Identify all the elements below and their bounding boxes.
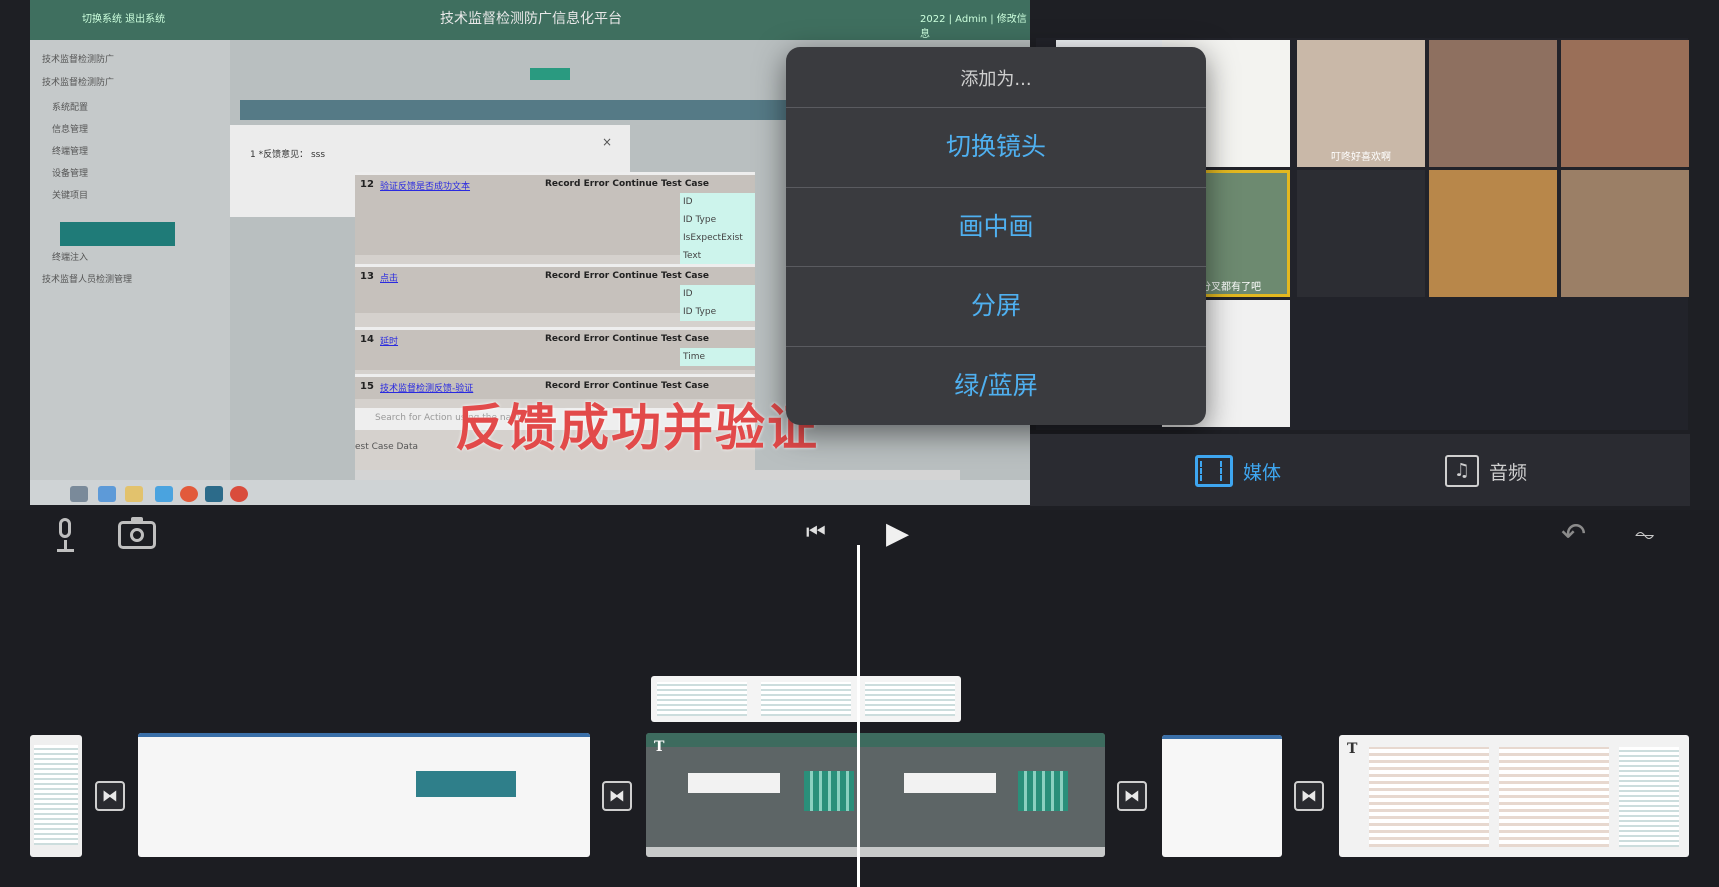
preview-sidebar-item: 技术监督人员检测管理 xyxy=(42,275,133,285)
playhead-knob[interactable] xyxy=(848,533,869,545)
table-row: 12 验证反馈是否成功文本 Record Error Continue Test… xyxy=(355,172,755,265)
row-action: Record Error Continue Test Case xyxy=(545,179,709,189)
media-thumbnail[interactable] xyxy=(1561,170,1689,297)
microphone-icon[interactable] xyxy=(54,518,76,552)
media-thumbnail[interactable]: 叮咚好喜欢啊 xyxy=(1297,40,1425,167)
preview-case-data-label: est Case Data xyxy=(355,442,418,452)
param: IsExpectExist xyxy=(683,233,743,243)
taskbar-icon xyxy=(205,486,223,502)
preview-sidebar-active xyxy=(60,222,175,246)
preview-sidebar-item: 设备管理 xyxy=(52,169,89,179)
param: ID Type xyxy=(683,307,717,317)
film-icon xyxy=(1195,455,1233,487)
option-green-blue-screen[interactable]: 绿/蓝屏 xyxy=(786,346,1206,425)
undo-icon[interactable]: ↶ xyxy=(1561,520,1586,550)
play-icon[interactable]: ▶ xyxy=(886,519,909,549)
preview-sidebar-item: 终端管理 xyxy=(52,147,89,157)
row-link: 延时 xyxy=(380,337,399,347)
title-overlay-text: 反馈成功并验证 xyxy=(455,399,819,457)
popover-title: 添加为... xyxy=(960,69,1032,90)
row-number: 12 xyxy=(360,179,374,190)
tab-media-label: 媒体 xyxy=(1243,461,1282,484)
preview-sidebar-item: 信息管理 xyxy=(52,125,89,135)
tab-media[interactable]: 媒体 xyxy=(1195,454,1281,488)
camera-icon[interactable] xyxy=(118,517,156,549)
media-thumbnail[interactable] xyxy=(1429,170,1557,297)
transition-icon[interactable]: ⧓ xyxy=(602,781,632,811)
row-link: 点击 xyxy=(380,274,399,284)
transition-icon[interactable]: ⧓ xyxy=(1117,781,1147,811)
preview-sidebar-item: 技术监督检测防广 xyxy=(42,55,115,65)
taskbar-icon xyxy=(155,486,173,502)
row-number: 13 xyxy=(360,271,374,282)
taskbar-icon xyxy=(125,486,143,502)
video-clip[interactable] xyxy=(138,733,590,857)
preview-sidebar-item: 关键项目 xyxy=(52,191,89,201)
option-picture-in-picture[interactable]: 画中画 xyxy=(786,187,1206,266)
skip-to-start-icon[interactable]: ⏮ xyxy=(806,522,826,544)
media-tab-bar: 媒体 ♫ 音频 xyxy=(1030,434,1690,506)
table-row: 14 延时 Record Error Continue Test Case Ti… xyxy=(355,327,755,370)
param: ID xyxy=(683,289,693,299)
add-as-popover: 添加为... 切换镜头 画中画 分屏 绿/蓝屏 xyxy=(786,47,1206,425)
video-clip[interactable] xyxy=(1162,735,1282,857)
music-note-icon: ♫ xyxy=(1445,455,1479,487)
title-icon: T xyxy=(654,739,665,755)
param: Text xyxy=(683,251,702,261)
param: ID xyxy=(683,197,693,207)
close-icon: × xyxy=(602,135,613,149)
preview-table-header xyxy=(240,100,820,120)
transition-icon[interactable]: ⧓ xyxy=(95,781,125,811)
row-params: ID ID Type xyxy=(680,285,755,321)
taskbar-icon xyxy=(70,486,88,502)
option-cutaway[interactable]: 切换镜头 xyxy=(786,107,1206,186)
row-number: 14 xyxy=(360,334,374,345)
video-clip-with-title[interactable]: T xyxy=(1339,735,1689,857)
preview-query-button xyxy=(530,68,570,80)
taskbar-icon xyxy=(180,486,198,502)
preview-banner-title: 技术监督检测防广信息化平台 xyxy=(440,11,622,27)
media-thumbnail[interactable] xyxy=(1429,40,1557,167)
preview-sidebar-item: 系统配置 xyxy=(52,103,89,113)
taskbar-icon xyxy=(230,486,248,502)
row-params: ID ID Type IsExpectExist Text xyxy=(680,193,755,265)
row-action: Record Error Continue Test Case xyxy=(545,334,709,344)
option-split-screen[interactable]: 分屏 xyxy=(786,266,1206,345)
tab-audio-label: 音频 xyxy=(1489,461,1528,484)
playhead[interactable] xyxy=(857,545,860,887)
row-action: Record Error Continue Test Case xyxy=(545,271,709,281)
title-icon: T xyxy=(1347,741,1358,757)
table-row: 13 点击 Record Error Continue Test Case ID… xyxy=(355,264,755,321)
preview-sidebar: 技术监督检测防广 技术监督检测防广 系统配置 信息管理 终端管理 设备管理 关键… xyxy=(30,40,230,480)
param: ID Type xyxy=(683,215,717,225)
preview-banner-left: 切换系统 退出系统 xyxy=(82,14,166,25)
overlay-clip[interactable] xyxy=(651,676,961,722)
preview-dialog-label: 1 *反馈意见： sss xyxy=(250,150,326,160)
media-thumbnail[interactable] xyxy=(1561,40,1689,167)
transition-icon[interactable]: ⧓ xyxy=(1294,781,1324,811)
tab-audio[interactable]: ♫ 音频 xyxy=(1445,454,1527,488)
preview-banner-right: 2022 | Admin | 修改信息 xyxy=(920,14,1027,40)
audio-waveform-icon[interactable]: ⏦ xyxy=(1634,522,1655,548)
preview-sidebar-item: 技术监督检测防广 xyxy=(42,78,115,88)
row-params: Time xyxy=(680,348,755,366)
video-clip-with-title[interactable]: T xyxy=(646,733,1105,857)
param: Time xyxy=(683,352,706,362)
media-thumbnail[interactable] xyxy=(1297,170,1425,297)
taskbar-icon xyxy=(98,486,116,502)
preview-sidebar-item: 终端注入 xyxy=(52,253,89,263)
row-link: 验证反馈是否成功文本 xyxy=(380,182,471,192)
thumbnail-caption: 叮咚好喜欢啊 xyxy=(1331,152,1391,163)
video-clip[interactable] xyxy=(30,735,82,857)
row-number: 15 xyxy=(360,381,374,392)
